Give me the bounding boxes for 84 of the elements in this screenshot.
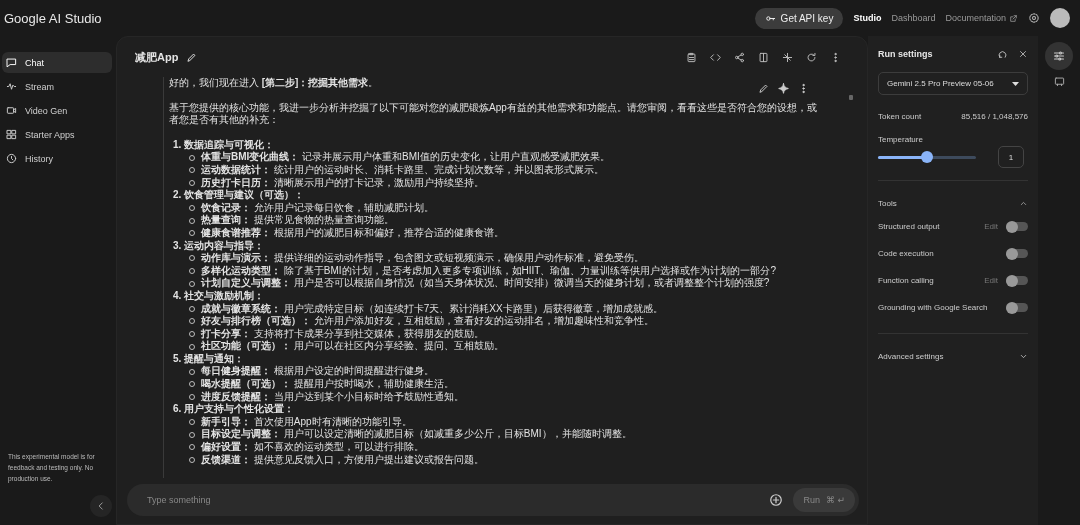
code-icon[interactable] xyxy=(710,51,721,63)
tools-heading: Tools xyxy=(878,198,898,208)
list-item-text: 历史打卡日历： 清晰展示用户的打卡记录，激励用户持续坚持。 xyxy=(201,176,484,189)
token-count-label: Token count xyxy=(878,111,922,121)
media-icon[interactable] xyxy=(1053,76,1065,87)
add-icon[interactable] xyxy=(769,493,784,507)
list-item-text: 成就与徽章系统： 用户完成特定目标（如连续打卡7天、累计消耗XX卡路里）后获得徽章，增加成就感。 xyxy=(201,302,663,315)
list-item-text: 目标设定与调整： 用户可以设定清晰的减肥目标（如减重多少公斤，目标BMI），并能随时调整。 xyxy=(201,428,632,441)
edit-link[interactable]: Edit xyxy=(984,222,998,231)
apps-icon xyxy=(6,129,17,140)
slider-thumb[interactable] xyxy=(921,150,933,163)
scrollbar-thumb[interactable] xyxy=(849,95,853,100)
tool-label: Code execution xyxy=(878,249,935,258)
clipboard-icon[interactable] xyxy=(686,51,697,63)
token-count-value: 85,516 / 1,048,576 xyxy=(961,111,1028,121)
list-item-text: 新手引导： 首次使用App时有清晰的功能引导。 xyxy=(201,415,412,428)
nav-link[interactable]: Studio xyxy=(853,13,882,23)
list-item-text: 运动数据统计： 统计用户的运动时长、消耗卡路里、完成计划次数等，并以图表形式展示。 xyxy=(201,163,604,177)
api-key-button[interactable]: Get API key xyxy=(754,7,844,29)
sparkle-icon[interactable] xyxy=(782,51,793,63)
list-item-text: 反馈渠道： 提供意见反馈入口，方便用户提出建议或报告问题。 xyxy=(201,453,484,467)
settings-tune-button[interactable] xyxy=(1045,42,1073,70)
compare-icon[interactable] xyxy=(758,51,769,63)
history-icon xyxy=(6,153,17,164)
wave-icon xyxy=(6,81,17,92)
sliders-icon xyxy=(1053,50,1065,62)
reset-icon[interactable] xyxy=(997,48,1008,60)
toggle-switch[interactable] xyxy=(1006,249,1028,258)
refresh-icon[interactable] xyxy=(806,51,817,63)
list-item-text: 多样化运动类型： 除了基于BMI的计划，是否考虑加入更多专项训练，如HIIT、瑜伽、力量训练等供用户选择或作为计划的一部分? xyxy=(201,264,776,277)
sidebar-item[interactable]: Video Gen xyxy=(2,100,112,121)
video-icon xyxy=(6,105,17,116)
edit-link[interactable]: Edit xyxy=(984,276,998,285)
toggle-switch[interactable] xyxy=(1006,276,1028,285)
list-item-text: 健康食谱推荐： 根据用户的减肥目标和偏好，推荐合适的健康食谱。 xyxy=(201,226,504,240)
list-item-text: 动作库与演示： 提供详细的运动动作指导，包含图文或短视频演示，确保用户动作标准，避免受伤。 xyxy=(201,252,644,265)
pencil-icon[interactable] xyxy=(186,51,198,63)
tool-label: Function calling xyxy=(878,276,935,285)
close-icon[interactable] xyxy=(1018,49,1028,59)
nav-link[interactable]: Documentation xyxy=(945,13,1018,23)
list-item-text: 体重与BMI变化曲线： 记录并展示用户体重和BMI值的历史变化，让用户直观感受减肥效果。 xyxy=(201,151,610,164)
settings-icon[interactable] xyxy=(1028,12,1040,24)
chat-title: 减肥App xyxy=(135,49,179,65)
tool-label: Grounding with Google Search xyxy=(878,303,989,312)
section-heading: 3. 运动内容与指导： xyxy=(172,239,266,252)
message-paragraph: 基于您提供的核心功能，我进一步分析并挖掘了以下可能对您的减肥锻炼App有益的其他需求和功能点。请您审阅，看看这些是否符合您的设想，或者您是否有其他的补充： xyxy=(169,101,818,127)
section-heading: 1. 数据追踪与可视化： xyxy=(172,138,276,151)
sidebar-item[interactable]: History xyxy=(2,148,112,169)
list-item-text: 饮食记录： 允许用户记录每日饮食，辅助减肥计划。 xyxy=(201,201,434,214)
list-item-text: 社区功能（可选）： 用户可以在社区内分享经验、提问、互相鼓励。 xyxy=(201,340,504,353)
toggle-switch[interactable] xyxy=(1006,303,1028,312)
sidebar-item[interactable]: Stream xyxy=(2,76,112,97)
sidebar-item[interactable]: Starter Apps xyxy=(2,124,112,145)
share-icon[interactable] xyxy=(734,51,745,63)
list-item-text: 计划自定义与调整： 用户是否可以根据自身情况（如当天身体状况、时间安排）微调当天的健身计划，或者调整整个计划的强度? xyxy=(201,277,770,290)
sidebar-item[interactable]: Chat xyxy=(2,52,112,73)
list-item-text: 喝水提醒（可选）： 提醒用户按时喝水，辅助健康生活。 xyxy=(201,378,454,391)
external-link-icon xyxy=(1009,13,1018,23)
list-item-text: 偏好设置： 如不喜欢的运动类型，可以进行排除。 xyxy=(201,441,424,454)
tool-label: Structured output xyxy=(878,222,941,231)
chevron-left-icon xyxy=(96,501,106,511)
avatar[interactable] xyxy=(1050,8,1070,28)
section-heading: 4. 社交与激励机制： xyxy=(172,289,266,303)
sparkle-icon[interactable] xyxy=(778,83,789,94)
message-paragraph: 好的，我们现在进入 [第二步]：挖掘其他需求。 xyxy=(169,77,379,90)
chat-icon xyxy=(6,57,17,68)
temperature-field[interactable]: 1 xyxy=(998,146,1024,168)
toggle-switch[interactable] xyxy=(1006,222,1028,231)
list-item-text: 热量查询： 提供常见食物的热量查询功能。 xyxy=(201,214,394,227)
temperature-label: Temperature xyxy=(878,135,924,144)
pencil-icon[interactable] xyxy=(758,83,769,94)
app-logo-text: Google AI Studio xyxy=(4,10,102,26)
nav-link[interactable]: Dashboard xyxy=(891,13,936,23)
section-heading: 2. 饮食管理与建议（可选）： xyxy=(172,189,306,202)
list-item-text: 每日健身提醒： 根据用户设定的时间提醒进行健身。 xyxy=(201,365,434,378)
section-heading: 5. 提醒与通知： xyxy=(172,352,246,365)
caret-icon xyxy=(1012,81,1019,86)
panel-title: Run settings xyxy=(878,49,934,59)
model-dropdown[interactable]: Gemini 2.5 Pro Preview 05-06 xyxy=(878,72,1028,95)
list-item-text: 打卡分享： 支持将打卡成果分享到社交媒体，获得朋友的鼓励。 xyxy=(201,327,484,340)
section-heading: 6. 用户支持与个性化设置： xyxy=(172,403,296,416)
advanced-settings-toggle[interactable]: Advanced settings xyxy=(878,346,1028,366)
list-item-text: 进度反馈提醒： 当用户达到某个小目标时给予鼓励性通知。 xyxy=(201,390,464,403)
list-item-text: 好友与排行榜（可选）： 允许用户添加好友，互相鼓励，查看好友的运动排名，增加趣味性和竞争性。 xyxy=(201,315,654,328)
